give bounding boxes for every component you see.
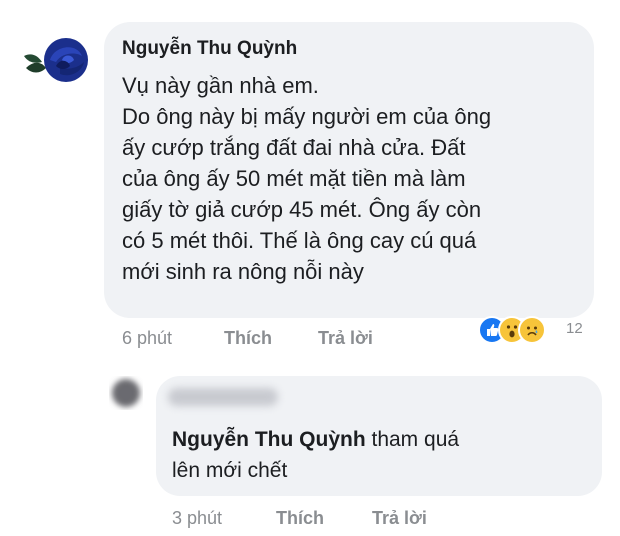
reply-button[interactable]: Trả lời [318, 328, 373, 349]
sad-icon [518, 316, 546, 344]
reply-text: Nguyễn Thu Quỳnh tham quá lên mới chết [172, 424, 582, 486]
reply-timestamp[interactable]: 3 phút [172, 508, 222, 529]
reply-author-name-blurred[interactable] [168, 388, 278, 406]
reply-line: lên mới chết [172, 459, 288, 482]
comment-author-name[interactable]: Nguyễn Thu Quỳnh [122, 38, 297, 60]
comment-line: giấy tờ giả cướp 45 mét. Ông ấy còn [122, 197, 482, 222]
reply-like-button[interactable]: Thích [276, 508, 324, 529]
comment-text: Vụ này gần nhà em. Do ông này bị mấy ngư… [122, 70, 582, 287]
reply-line: Nguyễn Thu Quỳnh tham quá [172, 424, 582, 455]
comment-line: Vụ này gần nhà em. [122, 73, 319, 98]
rose-icon [24, 38, 88, 82]
mention-link[interactable]: Nguyễn Thu Quỳnh [172, 428, 366, 451]
comment-line: Do ông này bị mấy người em của ông [122, 104, 492, 129]
comment-line: có 5 mét thôi. Thế là ông cay cú quá [122, 228, 477, 253]
reaction-summary[interactable]: 12 [478, 316, 598, 344]
reply-avatar-blurred[interactable] [108, 375, 144, 411]
comment-line: mới sinh ra nông nỗi này [122, 259, 364, 284]
reaction-count: 12 [566, 320, 583, 337]
like-button[interactable]: Thích [224, 328, 272, 349]
comment-line: ấy cướp trắng đất đai nhà cửa. Đất [122, 135, 466, 160]
comment-timestamp[interactable]: 6 phút [122, 328, 172, 349]
comment-line: của ông ấy 50 mét mặt tiền mà làm [122, 166, 466, 191]
reply-reply-button[interactable]: Trả lời [372, 508, 427, 529]
reply-actions: 3 phút Thích Trả lời [0, 508, 620, 532]
avatar-blue-rose[interactable] [20, 30, 94, 90]
reply-text-part: tham quá [365, 428, 460, 451]
avatar-icon [112, 379, 140, 407]
